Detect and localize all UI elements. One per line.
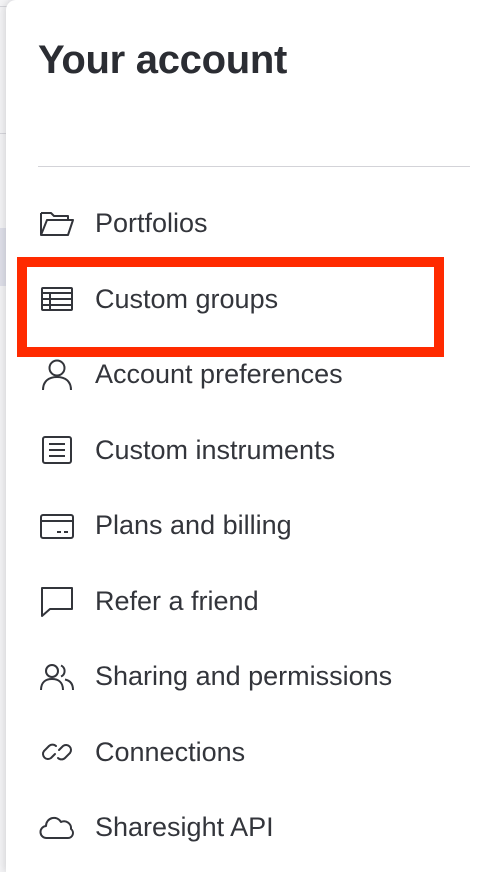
menu-item-refer-a-friend[interactable]: Refer a friend: [38, 564, 470, 640]
table-icon: [38, 280, 76, 318]
credit-card-icon: [38, 507, 76, 545]
title-divider: [38, 166, 470, 167]
menu-item-sharesight-api[interactable]: Sharesight API: [38, 790, 470, 866]
menu-item-label: Portfolios: [95, 208, 208, 239]
menu-item-label: Sharesight API: [95, 812, 274, 843]
menu-item-label: Connections: [95, 736, 246, 767]
menu-item-label: Custom instruments: [95, 434, 336, 465]
screenshot: Your account Portfolios Custom groups Ac…: [0, 0, 500, 872]
menu-item-sharing-and-permissions[interactable]: Sharing and permissions: [38, 639, 470, 715]
menu-item-label: Plans and billing: [95, 510, 292, 541]
user-icon: [38, 356, 76, 394]
cloud-icon: [38, 809, 76, 847]
menu-item-portfolios[interactable]: Portfolios: [38, 186, 470, 262]
menu-item-connections[interactable]: Connections: [38, 715, 470, 791]
link-icon: [38, 733, 76, 771]
account-menu-panel: Your account Portfolios Custom groups Ac…: [6, 0, 500, 872]
menu-item-label: Sharing and permissions: [95, 661, 393, 692]
account-menu: Portfolios Custom groups Account prefere…: [38, 186, 470, 866]
menu-item-label: Refer a friend: [95, 585, 259, 616]
menu-item-custom-instruments[interactable]: Custom instruments: [38, 413, 470, 489]
menu-item-label: Account preferences: [95, 359, 343, 390]
document-list-icon: [38, 431, 76, 469]
folder-icon: [38, 205, 76, 243]
menu-item-label: Custom groups: [95, 283, 279, 314]
chat-bubble-icon: [38, 582, 76, 620]
menu-item-custom-groups[interactable]: Custom groups: [38, 262, 470, 338]
menu-item-account-preferences[interactable]: Account preferences: [38, 337, 470, 413]
users-icon: [38, 658, 76, 696]
menu-item-plans-and-billing[interactable]: Plans and billing: [38, 488, 470, 564]
panel-title: Your account: [38, 38, 288, 82]
